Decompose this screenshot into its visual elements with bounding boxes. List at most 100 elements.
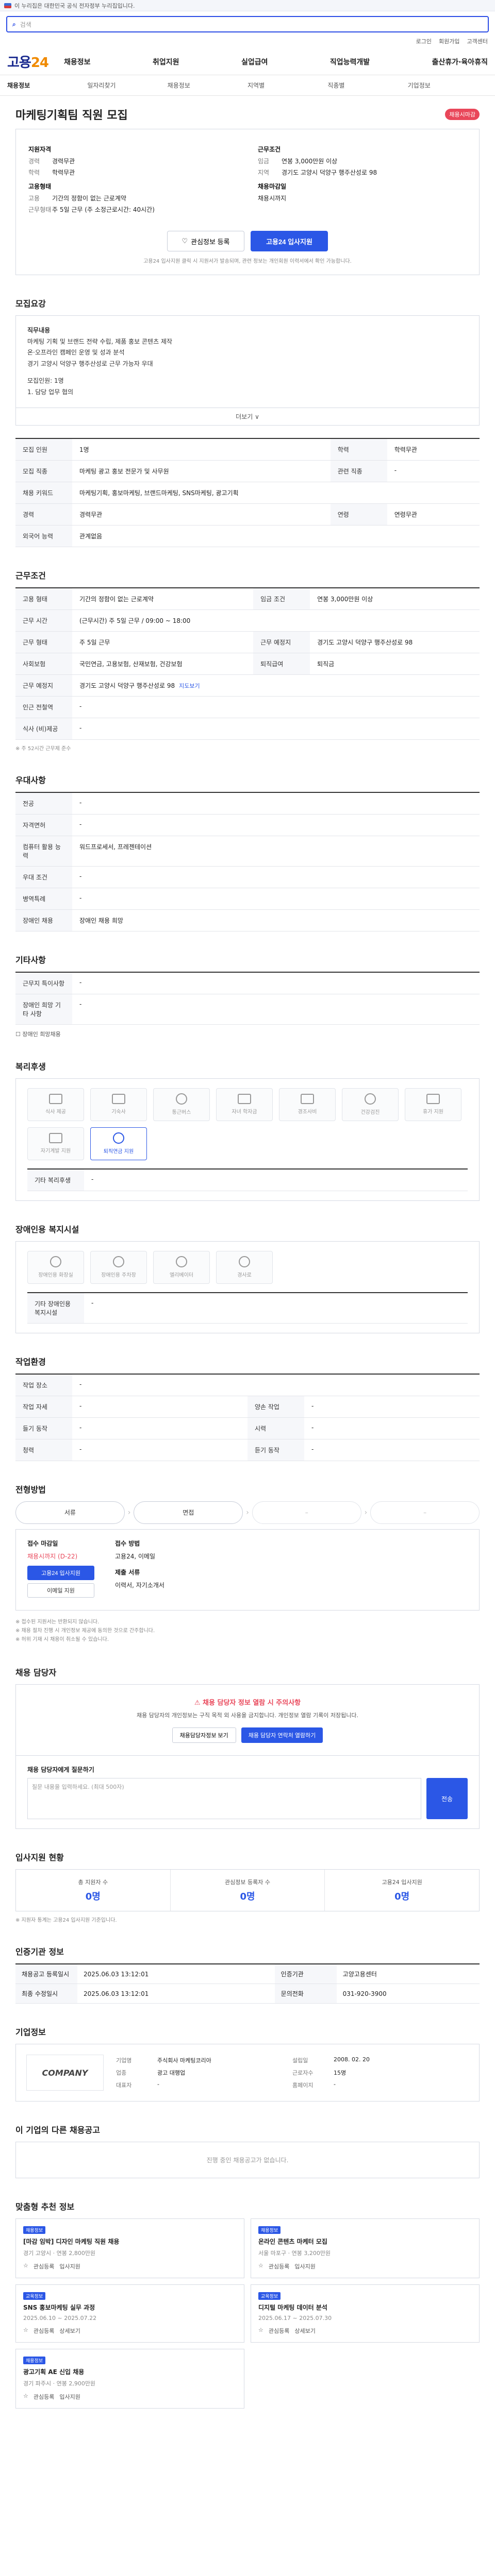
condition-label: 근무조건 [258, 146, 281, 153]
welfare-tile: 자기계발 지원 [27, 1127, 84, 1160]
type-key: 고용 [28, 195, 40, 202]
prefer-table: 전공 - 자격면허 - 컴퓨터 활용 능력 워드프로세서, 프레젠테이션 우대 조건 -… [15, 791, 480, 931]
disabled-label: 장애인용 화장실 [38, 1273, 73, 1279]
star-icon[interactable]: ☆ [23, 2327, 28, 2335]
subnav-item[interactable]: 일자리찾기 [87, 81, 167, 90]
recommend-action[interactable]: 관심등록 [269, 2327, 289, 2335]
recommend-card[interactable]: 교육정보 SNS 홍보마케팅 실무 과정 2025.06.10 ~ 2025.07.… [15, 2284, 244, 2343]
gnb-item-jobs[interactable]: 채용정보 [64, 57, 91, 67]
recommend-title[interactable]: 온라인 콘텐츠 마케터 모집 [258, 2237, 472, 2246]
apply-button[interactable]: 고용24 입사지원 [251, 231, 328, 251]
welfare-tile: 퇴직연금 지원 [90, 1127, 147, 1160]
gnb-item-training[interactable]: 직업능력개발 [330, 57, 370, 67]
recommend-title[interactable]: 디지털 마케팅 데이터 분석 [258, 2303, 472, 2312]
step-empty: – [252, 1501, 361, 1524]
gnb-item-support[interactable]: 취업지원 [153, 57, 179, 67]
recommend-card[interactable]: 교육정보 디지털 마케팅 데이터 분석 2025.06.17 ~ 2025.07.3… [251, 2284, 480, 2343]
welfare-tile: 식사 제공 [27, 1088, 84, 1121]
recommend-title[interactable]: [마감 임박] 디자인 마케팅 직원 채용 [23, 2237, 237, 2246]
work-key: 근무형태 [28, 206, 52, 213]
job-header: 마케팅기획팀 직원 모집 채용시마감 [15, 96, 480, 129]
help-link[interactable]: 고객센터 [467, 37, 488, 48]
recommend-action[interactable]: 관심등록 [34, 2327, 54, 2335]
email-apply-button[interactable]: 이메일 지원 [27, 1583, 94, 1598]
login-link[interactable]: 로그인 [416, 37, 432, 48]
recommend-action[interactable]: 관심등록 [269, 2262, 289, 2270]
table-row: 근무지 특이사항 - [15, 972, 480, 994]
recommend-action[interactable]: 관심등록 [34, 2262, 54, 2270]
welfare-label: 퇴직연금 지원 [103, 1149, 134, 1155]
accessibility-icon [239, 1256, 250, 1268]
global-nav: 고용24 채용정보 취업지원 실업급여 직업능력개발 출산휴가·육아휴직 [0, 48, 495, 75]
more-button[interactable]: 더보기 ∨ [15, 408, 480, 426]
recommend-card[interactable]: 채용정보온라인 콘텐츠 마케터 모집서울 마포구 · 연봉 3,200만원 ☆ 관심… [251, 2218, 480, 2279]
checkbox-label: 장애인 희망채용 [22, 1030, 61, 1038]
subnav-item[interactable]: 지역별 [248, 81, 327, 90]
recommend-action[interactable]: 입사지원 [294, 2262, 315, 2270]
recommend-action[interactable]: 입사지원 [59, 2262, 80, 2270]
recommend-grid: 채용정보 [마감 임박] 디자인 마케팅 직원 채용경기 고양시 · 연봉 2,8… [15, 2218, 480, 2409]
open-contact-button[interactable]: 채용 담당자 연락처 열람하기 [241, 1727, 323, 1743]
etc-table: 근무지 특이사항 - 장애인 희망 기타 사항 - [15, 971, 480, 1025]
warning-text: 채용 담당자의 개인정보는 구직 목적 외 사용을 금지합니다. 개인정보 열람… [136, 1711, 358, 1719]
gnb-item-benefit[interactable]: 실업급여 [241, 57, 268, 67]
welfare-tile: 휴가 지원 [405, 1088, 461, 1121]
subnav-item[interactable]: 채용정보 [7, 81, 87, 90]
recommend-action[interactable]: 관심등록 [34, 2393, 54, 2401]
recommend-action[interactable]: 입사지원 [59, 2393, 80, 2401]
welfare-icon [113, 1132, 124, 1144]
recommend-title[interactable]: 광고기획 AE 신입 채용 [23, 2367, 237, 2376]
welfare-icon [301, 1094, 314, 1105]
star-icon[interactable]: ☆ [23, 2393, 28, 2401]
disabled-tile: 장애인용 주차장 [90, 1250, 147, 1284]
apply-button-small[interactable]: 고용24 입사지원 [27, 1565, 94, 1580]
career-value: 경력무관 [52, 158, 75, 165]
accessibility-icon [50, 1256, 61, 1268]
qa-textarea[interactable]: 질문 내용을 입력하세요. (최대 500자) [27, 1778, 421, 1820]
recommend-action[interactable]: 상세보기 [294, 2327, 315, 2335]
gnb-menu: 채용정보 취업지원 실업급여 직업능력개발 출산휴가·육아휴직 [64, 57, 488, 67]
welfare-tile: 건강검진 [342, 1088, 399, 1121]
career-key: 경력 [28, 158, 40, 165]
checkbox-icon[interactable]: ☐ [15, 1031, 21, 1038]
main-content: 마케팅기획팀 직원 모집 채용시마감 지원자격 경력 경력무관 학력 학력무관 고용… [15, 96, 480, 2470]
star-icon[interactable]: ☆ [23, 2262, 28, 2270]
deadline-badge: 채용시마감 [445, 109, 480, 120]
recommend-meta: 서울 마포구 · 연봉 3,200만원 [258, 2250, 331, 2257]
table-row: 청력 - 듣기 동작 - [15, 1439, 480, 1461]
recommend-meta: 경기 고양시 · 연봉 2,800만원 [23, 2250, 96, 2257]
stats-note: ※ 지원자 통계는 고용24 입사지원 기준입니다. [15, 1918, 117, 1924]
summary-right: 근무조건 임금 연봉 3,000만원 이상 지역 경기도 고양시 덕양구 행주산성로… [258, 140, 467, 216]
table-row: 장애인 희망 기타 사항 - [15, 994, 480, 1025]
welfare-box: 식사 제공 기숙사 통근버스 자녀 학자금 경조사비 건강검진 휴가 지원 자기계발 지원 퇴직… [15, 1078, 480, 1201]
type-value: 기간의 정함이 없는 근로계약 [52, 195, 126, 202]
site-logo[interactable]: 고용24 [7, 52, 49, 71]
qa-submit-button[interactable]: 전송 [426, 1778, 468, 1820]
welfare-label: 통근버스 [172, 1110, 191, 1116]
section-title-stats: 입사지원 현황 [15, 1853, 64, 1863]
recommend-tag: 채용정보 [258, 2226, 281, 2234]
deadline-dday: 채용시까지 (D-22) [27, 1552, 78, 1560]
search-input[interactable]: ⌕ 검색 [6, 16, 489, 32]
subnav-item[interactable]: 직종별 [327, 81, 407, 90]
welfare-label: 경조사비 [298, 1109, 317, 1115]
recommend-title[interactable]: SNS 홍보마케팅 실무 과정 [23, 2303, 237, 2312]
work-table: 고용 형태 기간의 정함이 없는 근로계약 임금 조건 연봉 3,000만원 이상 근… [15, 587, 480, 740]
star-icon[interactable]: ☆ [258, 2327, 263, 2335]
qualification-label: 지원자격 [28, 146, 52, 153]
search-icon[interactable]: ⌕ [12, 21, 16, 28]
recommend-card[interactable]: 채용정보 광고기획 AE 신입 채용 경기 파주시 · 연봉 2,900만원 ☆ 관심등… [15, 2349, 244, 2409]
recommend-action[interactable]: 상세보기 [59, 2327, 80, 2335]
recommend-card[interactable]: 채용정보 [마감 임박] 디자인 마케팅 직원 채용 경기 고양시 · 연봉 2,8… [15, 2218, 244, 2279]
section-title-contact: 채용 담당자 [15, 1667, 57, 1677]
scrap-button[interactable]: ♡ 관심정보 등록 [167, 231, 244, 251]
subnav-item[interactable]: 채용정보 [168, 81, 248, 90]
view-contact-button[interactable]: 채용담당자정보 보기 [172, 1727, 236, 1743]
gnb-item-leave[interactable]: 출산휴가·육아휴직 [432, 57, 488, 67]
subnav-item[interactable]: 기업정보 [408, 81, 488, 90]
star-icon[interactable]: ☆ [258, 2262, 263, 2270]
recommend-tag: 채용정보 [23, 2357, 46, 2365]
map-link[interactable]: 지도보기 [179, 683, 200, 689]
signup-link[interactable]: 회원가입 [439, 37, 459, 48]
welfare-tile: 통근버스 [153, 1088, 210, 1121]
